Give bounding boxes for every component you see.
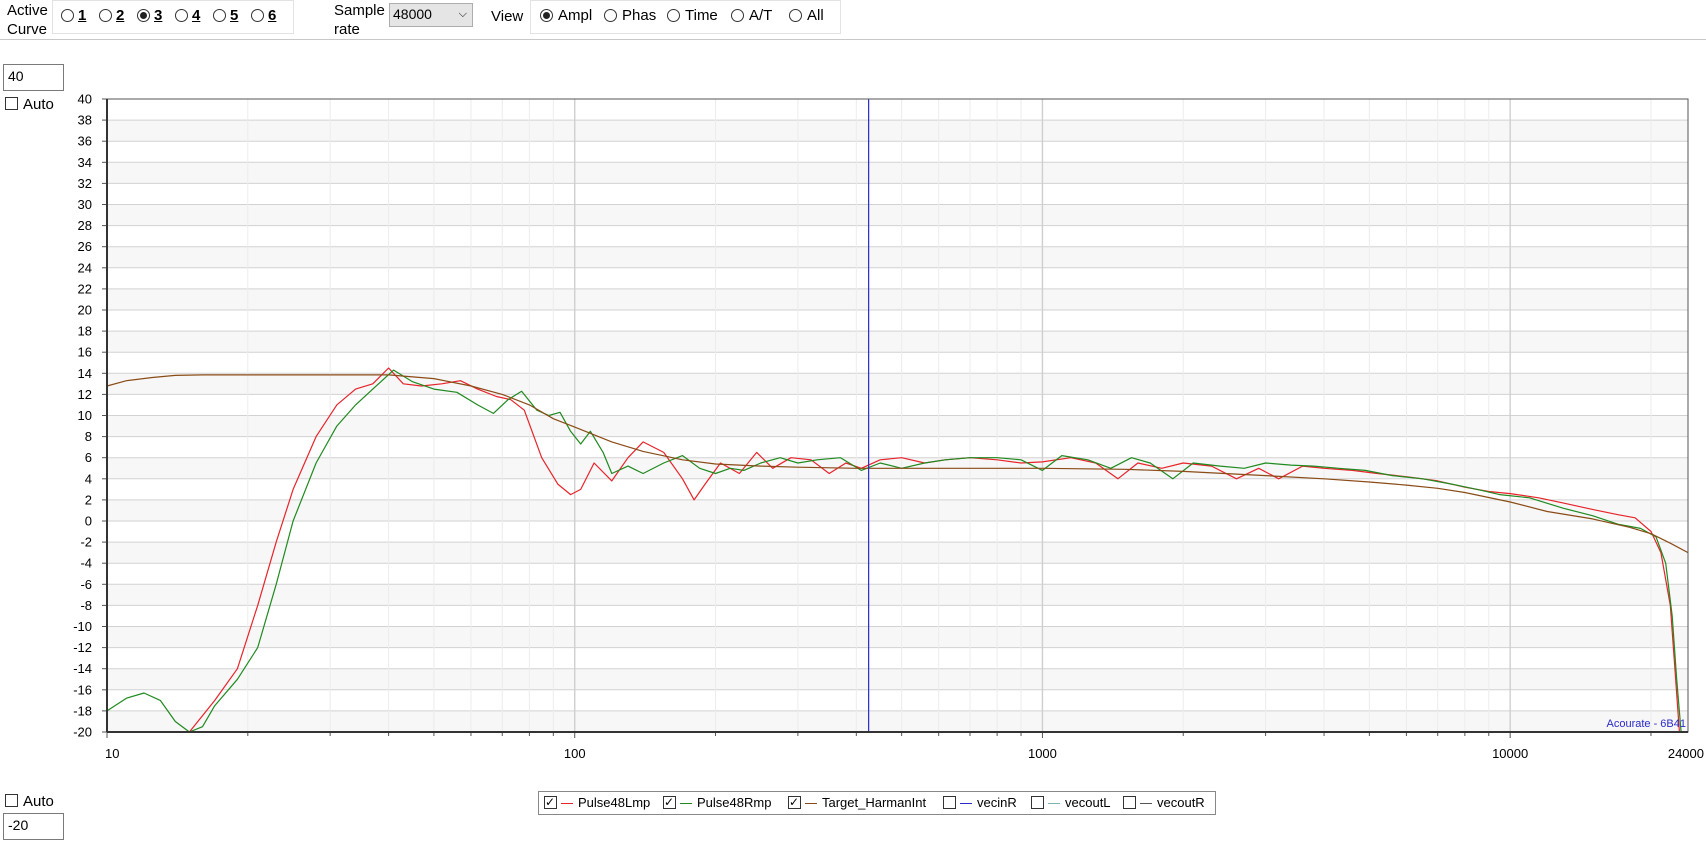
y-tick-label: 4 xyxy=(85,471,92,486)
y-tick-label: 32 xyxy=(78,176,92,191)
grid-band xyxy=(107,120,1688,142)
legend-label-pulse48rmp: Pulse48Rmp xyxy=(697,795,772,810)
x-tick-label: 10 xyxy=(105,746,119,761)
y-tick-label: 40 xyxy=(78,92,92,107)
y-tick-label: 22 xyxy=(78,281,92,296)
legend-checkbox-vecinr[interactable] xyxy=(943,796,956,810)
legend-swatch-brown xyxy=(805,803,817,805)
legend-label-target: Target_HarmanInt xyxy=(822,795,927,810)
grid-band xyxy=(107,668,1688,690)
legend-checkbox-vecoutr[interactable] xyxy=(1123,796,1136,810)
y-tick-label: -8 xyxy=(80,598,92,613)
legend-swatch-green xyxy=(680,803,692,805)
y-tick-label: -14 xyxy=(73,661,92,676)
legend-checkbox-target[interactable] xyxy=(788,794,801,810)
x-tick-label: 100 xyxy=(564,746,586,761)
y-tick-label: 12 xyxy=(78,387,92,402)
grid-band xyxy=(107,710,1688,732)
y-tick-label: -12 xyxy=(73,640,92,655)
y-tick-label: 36 xyxy=(78,134,92,149)
legend-checkbox-pulse48rmp[interactable] xyxy=(663,794,676,810)
watermark: Acourate - 6B41 xyxy=(1607,718,1687,730)
x-tick-label: 10000 xyxy=(1492,746,1528,761)
y-tick-label: 28 xyxy=(78,218,92,233)
legend-item-vecoutr[interactable]: vecoutR xyxy=(1123,795,1205,811)
y-tick-label: 26 xyxy=(78,239,92,254)
y-tick-label: 20 xyxy=(78,303,92,318)
grid-band xyxy=(107,162,1688,184)
y-tick-label: 6 xyxy=(85,450,92,465)
y-tick-label: -4 xyxy=(80,556,92,571)
legend-item-vecoutl[interactable]: vecoutL xyxy=(1031,795,1111,811)
y-tick-label: 2 xyxy=(85,492,92,507)
grid-band xyxy=(107,626,1688,648)
legend-swatch-teal xyxy=(1048,803,1060,805)
legend-label-pulse48lmp: Pulse48Lmp xyxy=(578,795,651,810)
y-tick-label: 38 xyxy=(78,113,92,128)
y-tick-label: 0 xyxy=(85,514,92,529)
grid-band xyxy=(107,204,1688,226)
y-tick-label: 24 xyxy=(78,260,92,275)
legend-checkbox-pulse48lmp[interactable] xyxy=(544,794,557,810)
grid-band xyxy=(107,499,1688,521)
y-tick-label: 14 xyxy=(78,366,92,381)
y-tick-label: 30 xyxy=(78,197,92,212)
y-tick-label: -18 xyxy=(73,703,92,718)
grid-band xyxy=(107,542,1688,564)
legend-swatch-red xyxy=(561,803,573,805)
grid-band xyxy=(107,288,1688,310)
legend-checkbox-vecoutl[interactable] xyxy=(1031,796,1044,810)
legend-swatch-blue xyxy=(960,803,972,805)
legend-label-vecoutr: vecoutR xyxy=(1157,795,1205,810)
x-tick-label: 1000 xyxy=(1028,746,1057,761)
y-tick-label: -2 xyxy=(80,535,92,550)
y-tick-label: 34 xyxy=(78,155,92,170)
legend-label-vecoutl: vecoutL xyxy=(1065,795,1111,810)
y-tick-label: 10 xyxy=(78,408,92,423)
legend-item-target[interactable]: Target_HarmanInt xyxy=(788,794,927,811)
y-tick-label: -16 xyxy=(73,682,92,697)
y-tick-label: -6 xyxy=(80,577,92,592)
legend-item-pulse48lmp[interactable]: Pulse48Lmp xyxy=(544,794,651,811)
frequency-response-chart[interactable]: 4038363432302826242220181614121086420-2-… xyxy=(0,0,1706,845)
legend-item-vecinr[interactable]: vecinR xyxy=(943,795,1017,811)
y-tick-label: -10 xyxy=(73,619,92,634)
legend: Pulse48Lmp Pulse48Rmp Target_HarmanInt v… xyxy=(538,791,1216,815)
grid-band xyxy=(107,373,1688,395)
legend-item-pulse48rmp[interactable]: Pulse48Rmp xyxy=(663,794,772,811)
legend-swatch-gray xyxy=(1140,803,1152,805)
legend-label-vecinr: vecinR xyxy=(977,795,1017,810)
y-tick-label: 8 xyxy=(85,429,92,444)
x-tick-label: 24000 xyxy=(1668,746,1704,761)
y-tick-label: 16 xyxy=(78,345,92,360)
grid-band xyxy=(107,246,1688,268)
y-tick-label: 18 xyxy=(78,324,92,339)
y-tick-label: -20 xyxy=(73,725,92,740)
grid-band xyxy=(107,584,1688,606)
grid-band xyxy=(107,331,1688,353)
